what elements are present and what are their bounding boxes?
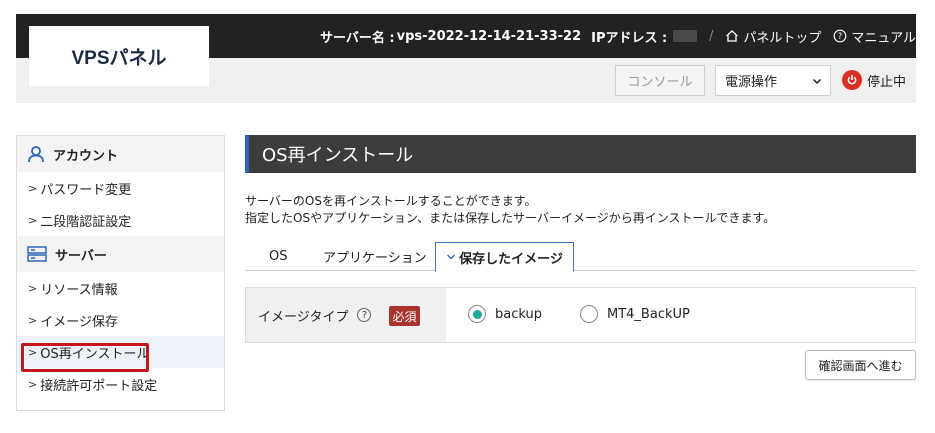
description-line: サーバーのOSを再インストールすることができます。	[245, 194, 537, 208]
panel-top-link[interactable]: パネルトップ	[725, 27, 821, 46]
user-icon	[28, 146, 44, 163]
chevron-down-icon	[812, 78, 822, 85]
chevron-right-icon: >	[28, 281, 38, 295]
ip-label: IPアドレス :	[591, 30, 668, 46]
image-type-row: イメージタイプ ? 必須 backup MT4_BackUP	[245, 287, 916, 343]
manual-link[interactable]: ? マニュアル	[833, 27, 916, 46]
radio-button[interactable]	[580, 305, 598, 323]
sidebar-item-label: リソース情報	[40, 282, 118, 298]
server-icon	[27, 246, 47, 262]
manual-label: マニュアル	[851, 30, 916, 46]
console-button[interactable]: コンソール	[615, 65, 705, 96]
chevron-right-icon: >	[28, 313, 38, 327]
sidebar-item-label: イメージ保存	[40, 314, 118, 330]
sidebar-item-label: パスワード変更	[40, 182, 132, 198]
sidebar-heading-account: アカウント	[17, 136, 224, 172]
sidebar-item-resources[interactable]: > リソース情報	[17, 272, 224, 304]
chevron-right-icon: >	[28, 213, 38, 227]
sidebar-heading-server: サーバー	[17, 236, 224, 272]
power-select-value: 電源操作	[725, 75, 778, 90]
highlight-annotation	[21, 343, 149, 372]
sidebar-item-image-save[interactable]: > イメージ保存	[17, 304, 224, 336]
sidebar-item-label: 二段階認証設定	[40, 214, 132, 230]
server-name-label: サーバー名 :	[320, 30, 395, 46]
power-icon	[842, 70, 862, 90]
page-description: サーバーのOSを再インストールすることができます。 指定したOSやアプリケーショ…	[245, 193, 775, 227]
sidebar-heading-server-label: サーバー	[55, 248, 107, 264]
server-name-value: vps-2022-12-14-21-33-22	[396, 28, 582, 44]
chevron-right-icon: >	[28, 181, 38, 195]
sidebar-item-password[interactable]: > パスワード変更	[17, 172, 224, 204]
tab-os[interactable]: OS	[269, 242, 287, 271]
sidebar-item-allowed-ports[interactable]: > 接続許可ポート設定	[17, 368, 224, 400]
svg-text:?: ?	[838, 32, 843, 42]
server-info: サーバー名 : vps-2022-12-14-21-33-22 IPアドレス :…	[320, 14, 916, 58]
sidebar-item-2fa[interactable]: > 二段階認証設定	[17, 204, 224, 236]
radio-label: backup	[495, 306, 542, 322]
description-line: 指定したOSやアプリケーション、または保存したサーバーイメージから再インストール…	[245, 211, 776, 225]
power-operation-select[interactable]: 電源操作	[715, 65, 831, 96]
panel-top-label: パネルトップ	[743, 30, 822, 46]
tab-saved-image[interactable]: 保存したイメージ	[435, 242, 574, 272]
tab-saved-image-label: 保存したイメージ	[459, 251, 563, 267]
ip-address-redacted	[673, 30, 697, 42]
radio-option-mt4-backup[interactable]: MT4_BackUP	[580, 305, 690, 323]
status-text: 停止中	[867, 74, 907, 90]
chevron-down-icon	[447, 254, 456, 260]
sidebar-item-label: 接続許可ポート設定	[40, 378, 158, 394]
tab-bar: OS アプリケーション 保存したイメージ	[245, 242, 916, 272]
confirm-button[interactable]: 確認画面へ進む	[805, 350, 916, 380]
header-separator: /	[708, 28, 714, 44]
image-type-label: イメージタイプ	[258, 309, 349, 325]
home-icon	[726, 30, 739, 42]
server-status: 停止中	[842, 70, 906, 90]
required-badge: 必須	[389, 306, 420, 326]
logo[interactable]: VPSパネル	[29, 26, 209, 86]
radio-button-selected[interactable]	[468, 305, 486, 323]
radio-label: MT4_BackUP	[607, 306, 690, 322]
sidebar-heading-account-label: アカウント	[53, 148, 119, 164]
help-circle-icon: ?	[834, 29, 847, 43]
help-icon[interactable]: ?	[357, 308, 372, 322]
chevron-right-icon: >	[28, 377, 38, 391]
radio-option-backup[interactable]: backup	[468, 305, 542, 323]
page-title: OS再インストール	[245, 135, 916, 173]
tab-application[interactable]: アプリケーション	[323, 242, 427, 271]
